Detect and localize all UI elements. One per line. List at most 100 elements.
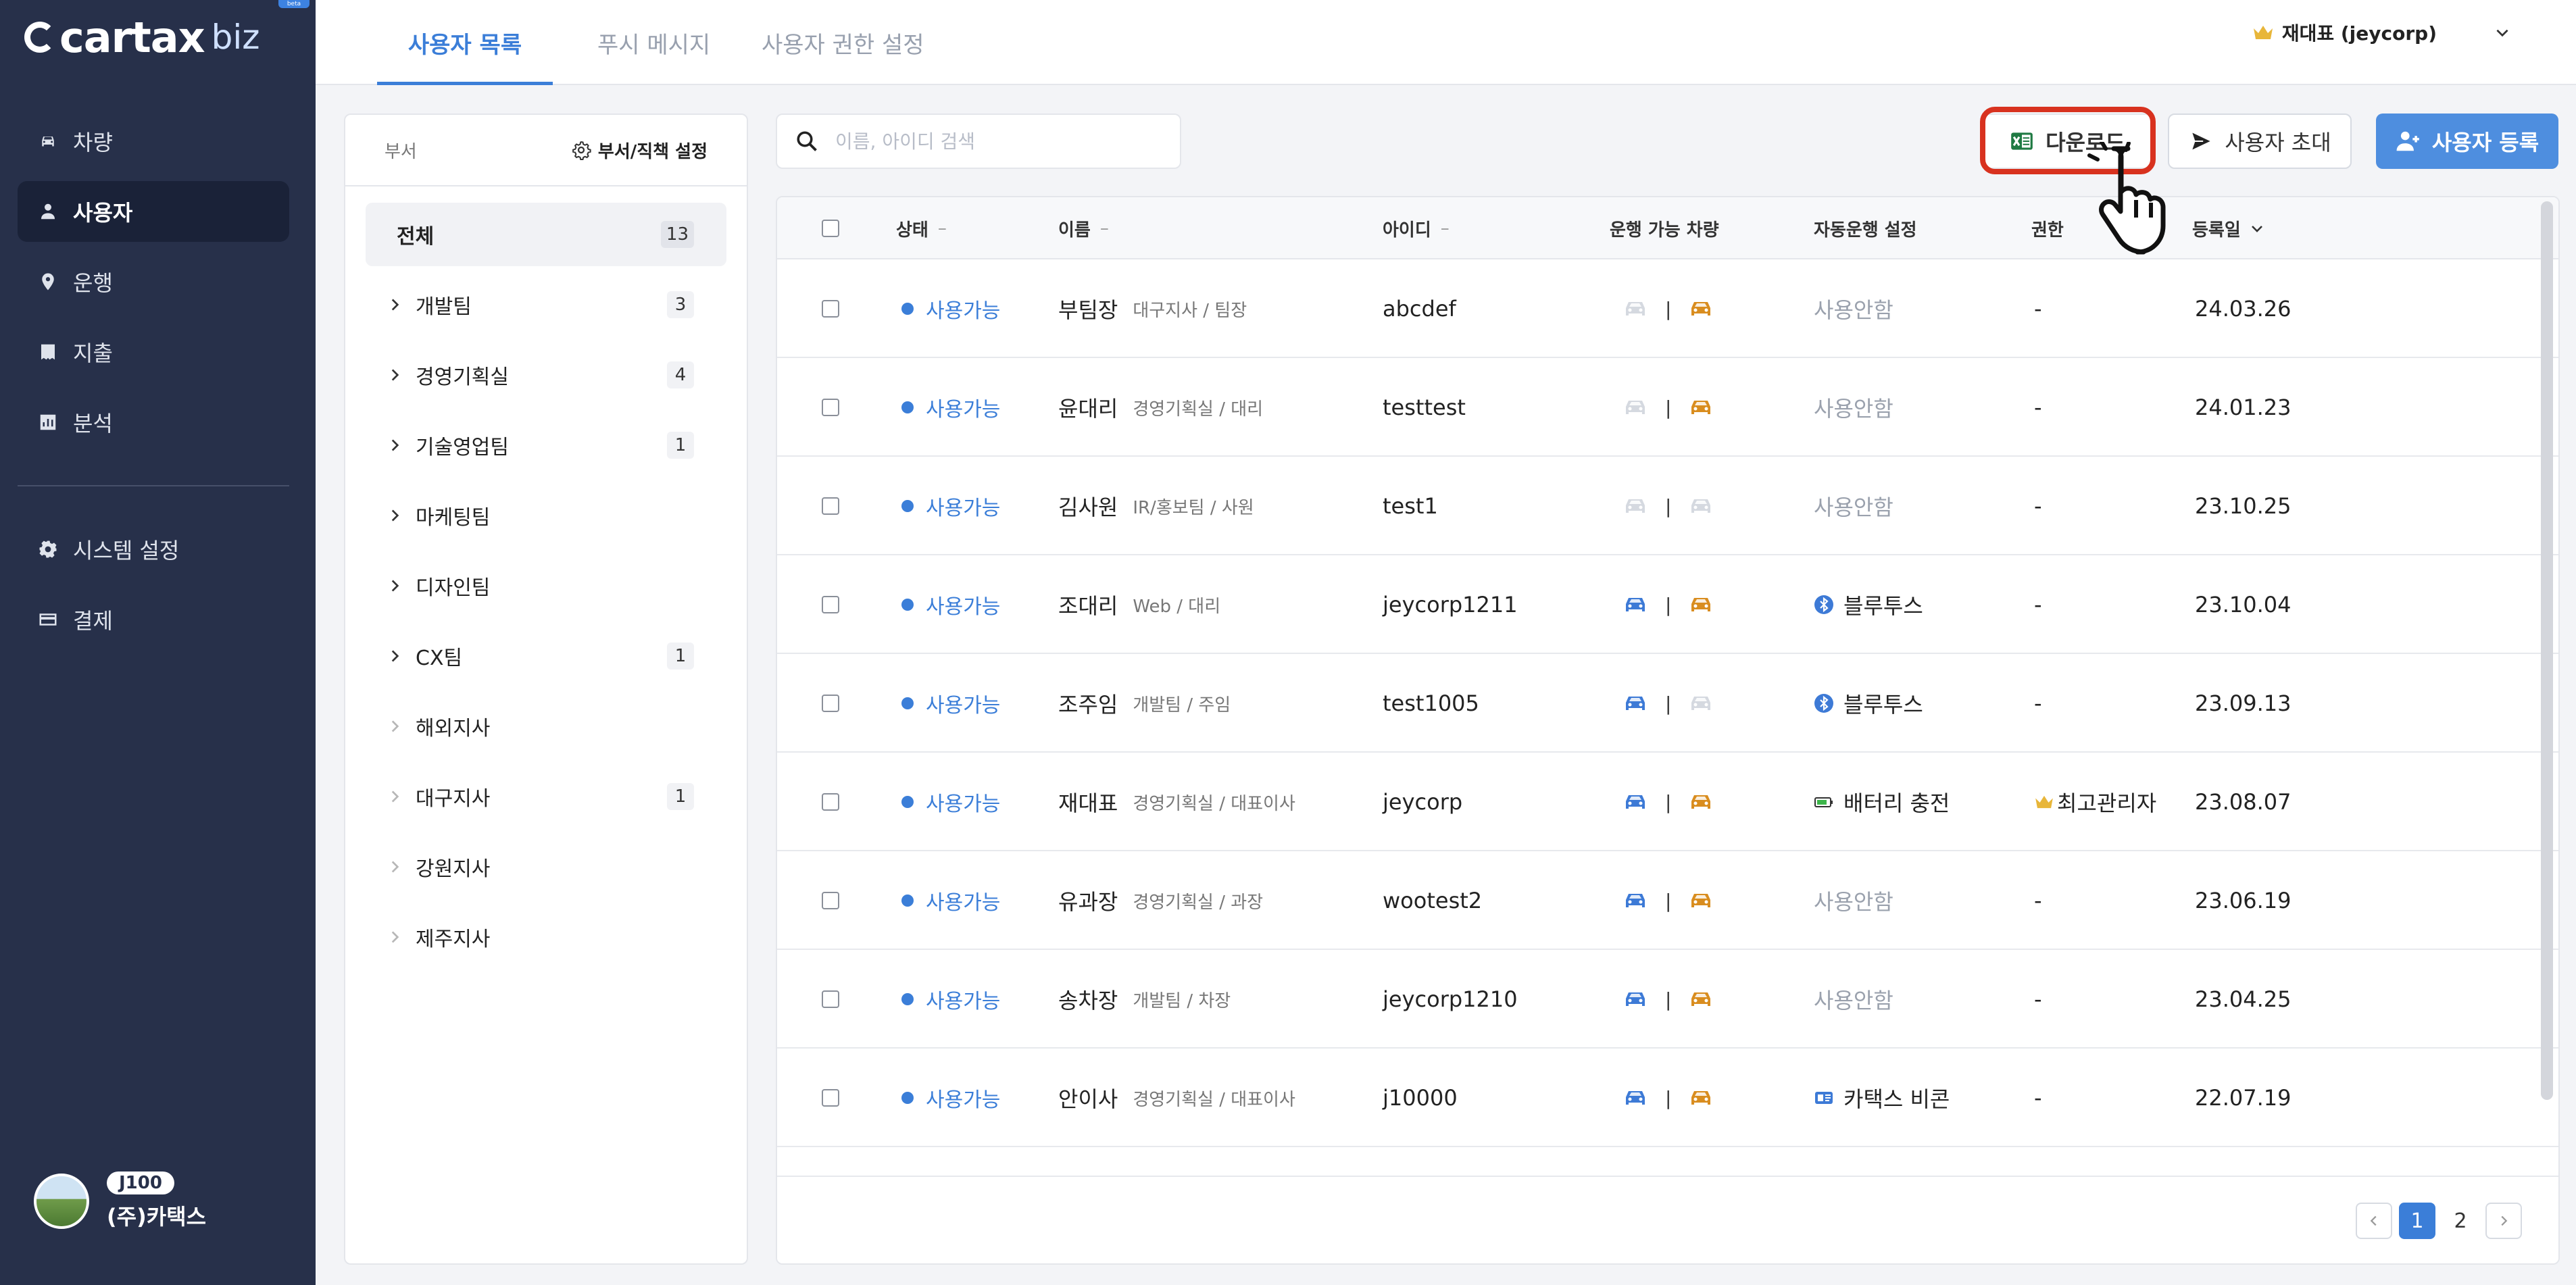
role-cell: - — [2034, 1049, 2042, 1147]
row-checkbox[interactable] — [822, 695, 839, 712]
department-item-all[interactable]: 전체 13 — [366, 203, 726, 266]
department-settings-button[interactable]: 부서/직책 설정 — [571, 138, 708, 163]
table-header: 상태 – 이름 – 아이디 – 운행 가능 차량 자동운행 설정 권한 등록일 — [777, 197, 2558, 259]
department-label: 경영기획실 — [416, 366, 509, 389]
column-name[interactable]: 이름 – — [1058, 197, 1109, 259]
logo-suffix: biz — [211, 18, 260, 57]
department-item[interactable]: 마케팅팀 — [366, 484, 726, 547]
row-checkbox[interactable] — [822, 497, 839, 515]
table-row[interactable]: 사용가능 김사원 IR/홍보팀 / 사원 test1 | 사용안함 - 23.10.25 — [777, 457, 2558, 555]
department-item[interactable]: 강원지사 — [366, 835, 726, 899]
department-item[interactable]: 제주지사 — [366, 905, 726, 969]
status-dot-icon — [901, 500, 914, 512]
row-checkbox[interactable] — [822, 300, 839, 318]
table-row[interactable]: 사용가능 재대표 경영기획실 / 대표이사 jeycorp | 배터리 충전 최고관리자 23… — [777, 753, 2558, 851]
department-item[interactable]: 개발팀 3 — [366, 273, 726, 336]
name-cell[interactable]: 부팀장 대구지사 / 팀장 — [1058, 259, 1247, 358]
user-name: 유과장 — [1058, 889, 1118, 915]
table-row[interactable]: 사용가능 윤대리 경영기획실 / 대리 testtest | 사용안함 - 24.01.23 — [777, 358, 2558, 457]
row-checkbox[interactable] — [822, 399, 839, 416]
column-status[interactable]: 상태 – — [896, 197, 947, 259]
name-cell[interactable]: 안이사 경영기획실 / 대표이사 — [1058, 1049, 1295, 1147]
name-cell[interactable]: 윤대리 경영기획실 / 대리 — [1058, 358, 1263, 457]
vehicle-separator: | — [1665, 495, 1672, 518]
status-cell: 사용가능 — [901, 1049, 1000, 1147]
name-cell[interactable]: 송차장 개발팀 / 차장 — [1058, 950, 1231, 1049]
next-page-button[interactable] — [2485, 1203, 2522, 1239]
sidebar-item-label: 분석 — [73, 411, 113, 436]
vehicle-separator: | — [1665, 593, 1672, 616]
table-row[interactable]: 사용가능 부팀장 대구지사 / 팀장 abcdef | 사용안함 - 24.03.26 — [777, 259, 2558, 358]
department-item[interactable]: 기술영업팀 1 — [366, 413, 726, 477]
tab-user-permissions[interactable]: 사용자 권한 설정 — [762, 0, 924, 85]
department-label: 기술영업팀 — [416, 436, 509, 459]
sidebar-item-label: 사용자 — [73, 200, 133, 226]
row-checkbox[interactable] — [822, 596, 839, 613]
user-name: 조주임 — [1058, 692, 1118, 717]
row-checkbox[interactable] — [822, 1089, 839, 1107]
sidebar-nav: 차량 사용자 운행 지출 분석 — [18, 111, 289, 462]
name-cell[interactable]: 유과장 경영기획실 / 과장 — [1058, 851, 1263, 950]
company-profile[interactable]: J100 (주)카택스 — [34, 1171, 206, 1231]
chevron-right-icon[interactable] — [386, 296, 403, 313]
sidebar: beta cartax biz 차량 사용자 운행 지출 분석 시스템 설정 결… — [0, 0, 316, 1285]
department-item[interactable]: 경영기획실 4 — [366, 343, 726, 407]
row-checkbox[interactable] — [822, 793, 839, 811]
department-item[interactable]: CX팀 1 — [366, 624, 726, 688]
status-dot-icon — [901, 1092, 914, 1104]
sidebar-item-users[interactable]: 사용자 — [18, 181, 289, 242]
table-row[interactable]: 사용가능 안이사 경영기획실 / 대표이사 j10000 | 카택스 비콘 - 22.07.1… — [777, 1049, 2558, 1147]
sidebar-item-analysis[interactable]: 분석 — [18, 392, 289, 453]
tab-user-list[interactable]: 사용자 목록 — [377, 0, 553, 85]
user-name: 송차장 — [1058, 988, 1118, 1013]
add-user-button[interactable]: 사용자 등록 — [2376, 114, 2558, 169]
search-box[interactable] — [776, 114, 1181, 169]
table-row[interactable]: 사용가능 유과장 경영기획실 / 과장 wootest2 | 사용안함 - 23.06.19 — [777, 851, 2558, 950]
page-button[interactable]: 1 — [2399, 1203, 2435, 1239]
scrollbar[interactable] — [2541, 201, 2553, 1100]
department-item[interactable]: 디자인팀 — [366, 554, 726, 618]
invite-user-button[interactable]: 사용자 초대 — [2168, 114, 2352, 169]
row-checkbox-cell — [822, 1049, 839, 1147]
department-settings-label: 부서/직책 설정 — [597, 141, 708, 162]
row-checkbox-cell — [822, 259, 839, 358]
user-id: testtest — [1383, 395, 1466, 420]
prev-page-button[interactable] — [2356, 1203, 2392, 1239]
select-all-checkbox[interactable] — [822, 220, 839, 237]
status-cell: 사용가능 — [901, 950, 1000, 1049]
department-item[interactable]: 해외지사 — [366, 695, 726, 758]
chevron-right-icon[interactable] — [386, 507, 403, 524]
sidebar-item-vehicles[interactable]: 차량 — [18, 111, 289, 172]
name-cell[interactable]: 재대표 경영기획실 / 대표이사 — [1058, 753, 1295, 851]
logo[interactable]: cartax biz — [24, 13, 260, 62]
car-icon — [1626, 697, 1645, 710]
tab-push-message[interactable]: 푸시 메시지 — [597, 0, 710, 85]
row-checkbox[interactable] — [822, 892, 839, 909]
table-row[interactable]: 사용가능 조주임 개발팀 / 주임 test1005 | 블루투스 - 23.09.13 — [777, 654, 2558, 753]
chevron-right-icon[interactable] — [386, 647, 403, 665]
chevron-right-icon[interactable] — [386, 436, 403, 454]
sidebar-item-system-settings[interactable]: 시스템 설정 — [18, 519, 289, 580]
add-user-label: 사용자 등록 — [2431, 130, 2540, 155]
sidebar-item-expenses[interactable]: 지출 — [18, 322, 289, 382]
column-id[interactable]: 아이디 – — [1383, 197, 1450, 259]
search-input[interactable] — [835, 130, 1160, 153]
column-date[interactable]: 등록일 — [2192, 197, 2265, 259]
table-row[interactable]: 사용가능 조대리 Web / 대리 jeycorp1211 | 블루투스 - 23.10.04 — [777, 555, 2558, 654]
chevron-right-icon[interactable] — [386, 366, 403, 384]
user-menu[interactable]: 재대표 (jeycorp) — [2252, 19, 2511, 46]
gear-icon — [38, 539, 58, 559]
registered-date: 23.08.07 — [2195, 789, 2292, 815]
table-row[interactable]: 사용가능 송차장 개발팀 / 차장 jeycorp1210 | 사용안함 - 23.04.25 — [777, 950, 2558, 1049]
row-checkbox[interactable] — [822, 990, 839, 1008]
name-cell[interactable]: 조대리 Web / 대리 — [1058, 555, 1220, 654]
auto-drive-text: 카택스 비콘 — [1843, 1086, 1950, 1112]
name-cell[interactable]: 김사원 IR/홍보팀 / 사원 — [1058, 457, 1254, 555]
chevron-right-icon[interactable] — [386, 577, 403, 595]
page-button[interactable]: 2 — [2442, 1203, 2479, 1239]
role-text: - — [2034, 986, 2042, 1012]
sidebar-item-trips[interactable]: 운행 — [18, 251, 289, 312]
department-item[interactable]: 대구지사 1 — [366, 765, 726, 828]
sidebar-item-billing[interactable]: 결제 — [18, 589, 289, 650]
name-cell[interactable]: 조주임 개발팀 / 주임 — [1058, 654, 1231, 753]
